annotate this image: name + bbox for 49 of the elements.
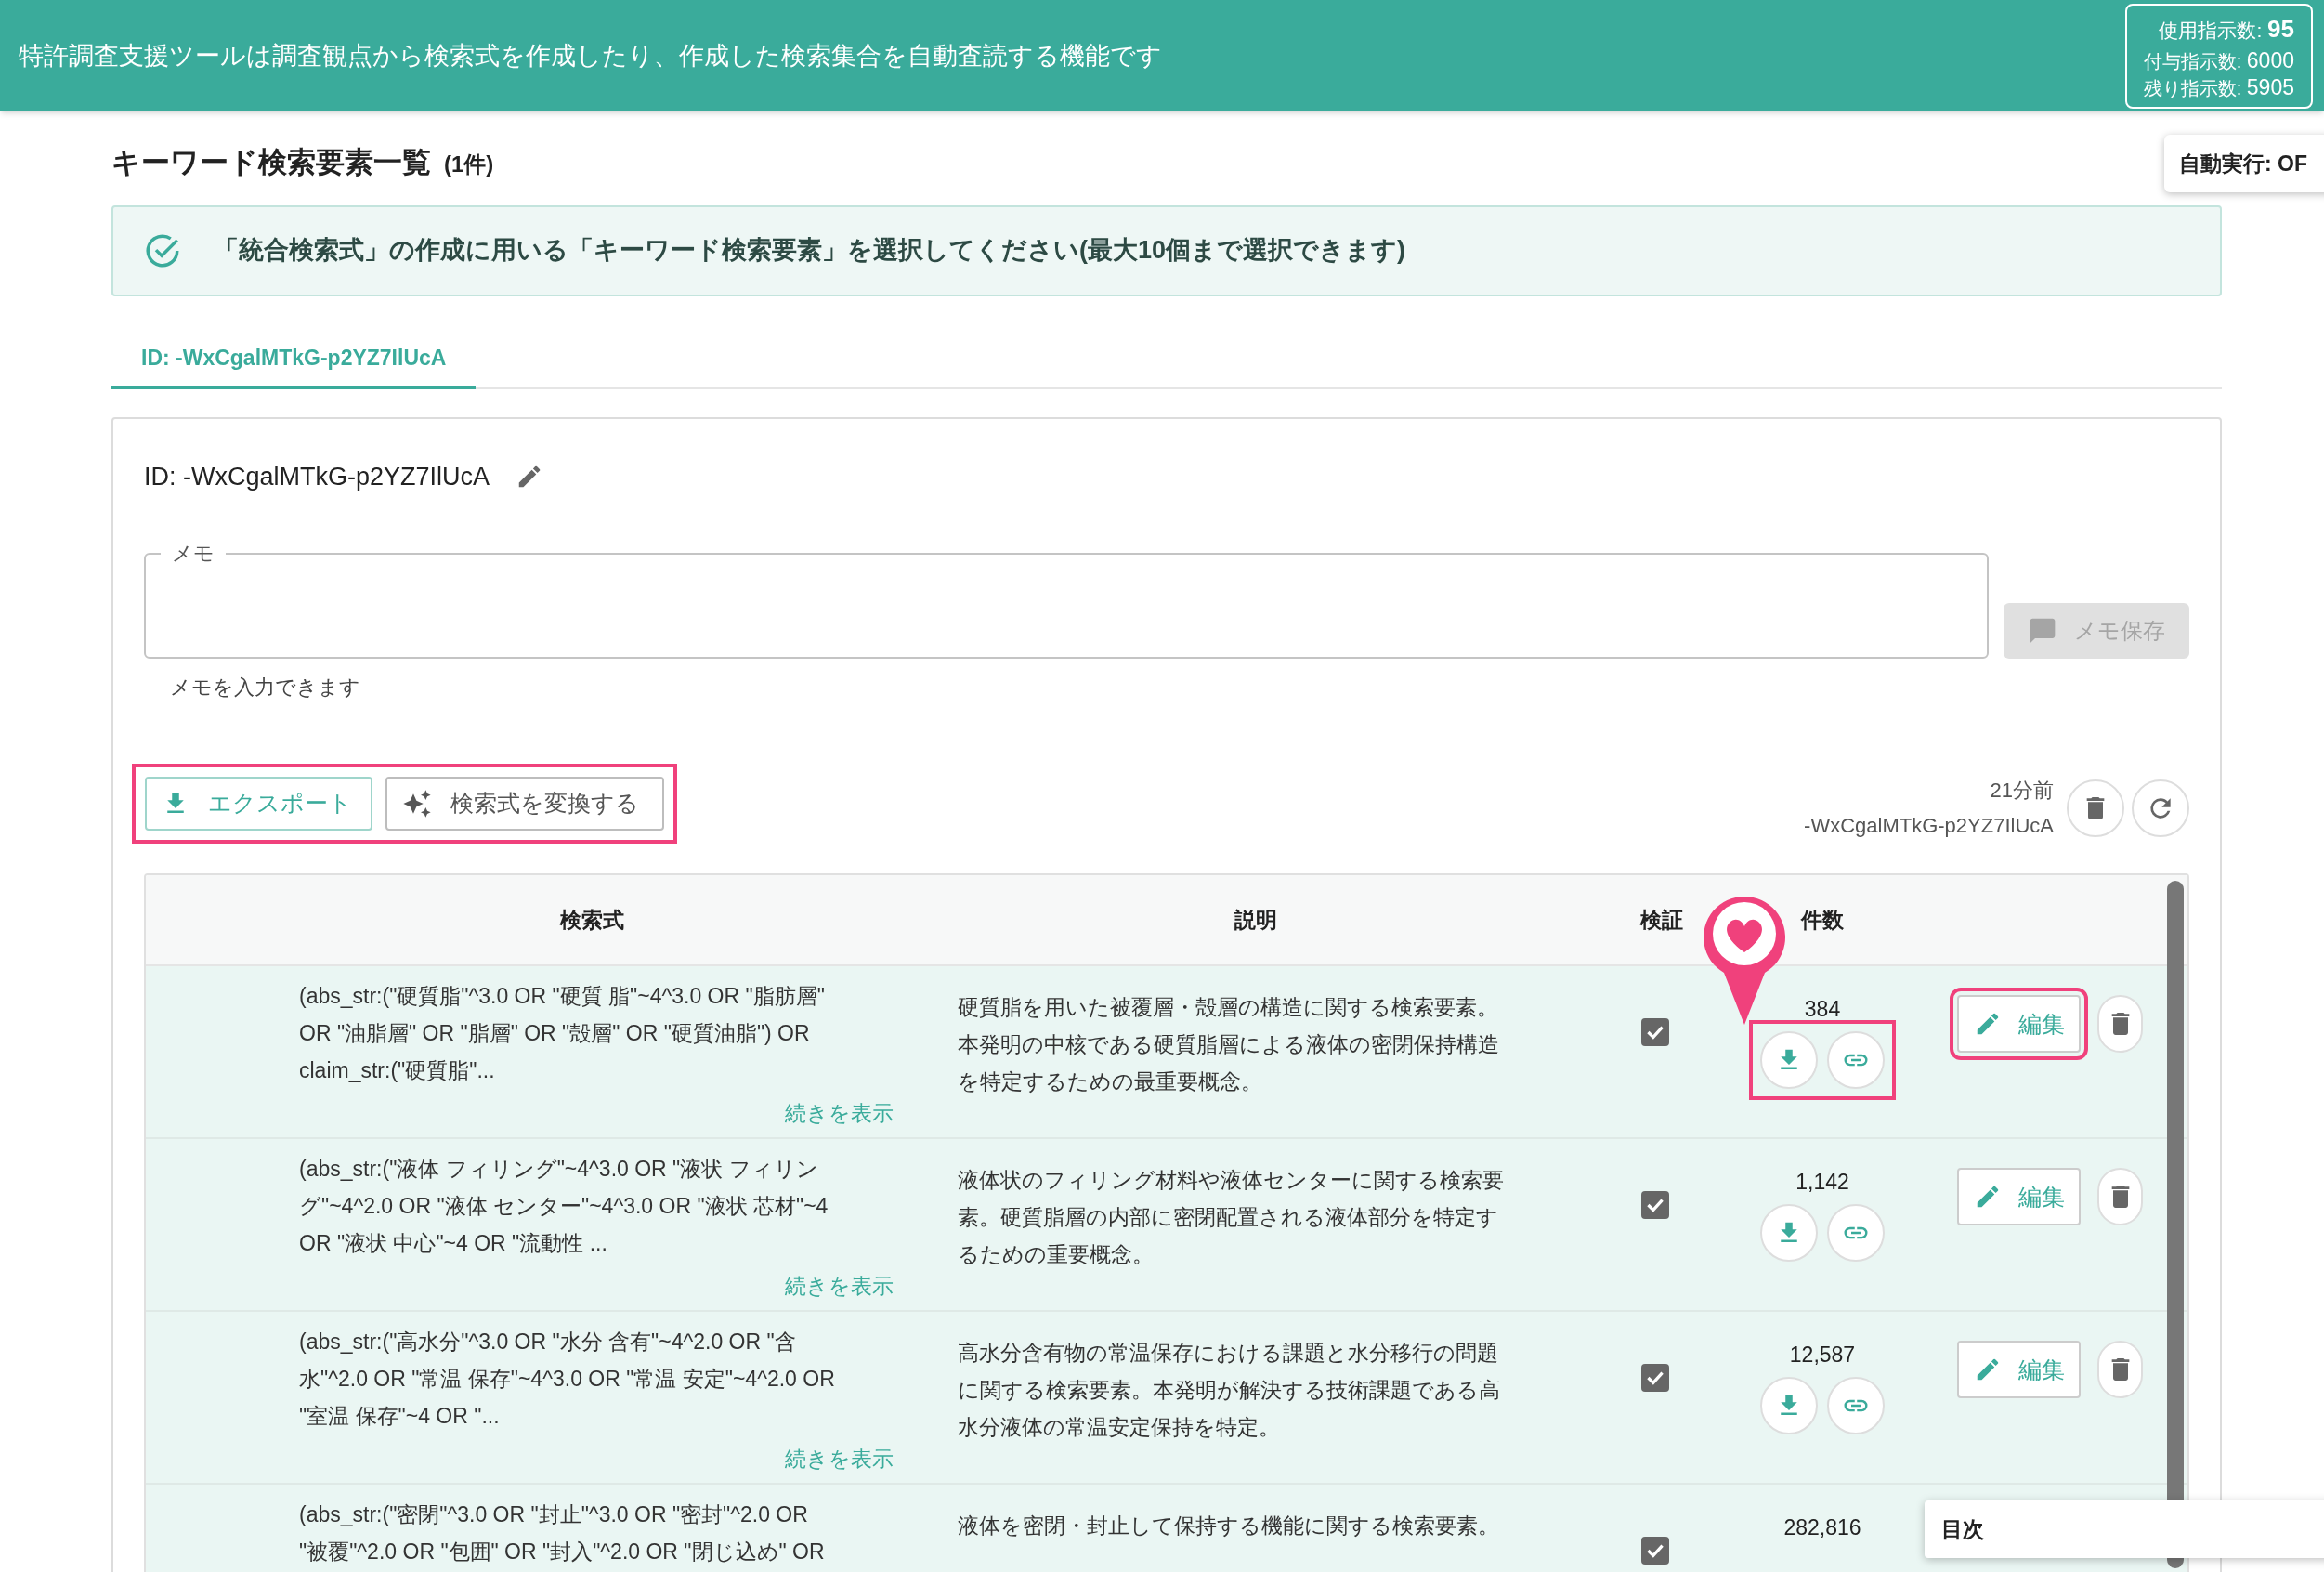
banner-text: 特許調査支援ツールは調査観点から検索式を作成したり、作成した検索集合を自動査読する機能です: [19, 40, 1162, 72]
convert-query-button[interactable]: 検索式を変換する: [385, 777, 664, 831]
edit-button[interactable]: 編集: [1957, 1168, 2082, 1225]
updated-time: 21分前: [1990, 778, 2054, 804]
sparkle-icon: [402, 789, 432, 819]
checkbox[interactable]: [1641, 1537, 1669, 1565]
query-text: (abs_str:("硬質脂"^3.0 OR "硬質 脂"~4^3.0 OR "脂肪層" OR "油脂層" OR "脂層" OR "殻層" OR "硬質油脂") OR claim_str:("硬質脂"...: [299, 983, 826, 1084]
checkbox[interactable]: [1641, 1018, 1669, 1046]
usage-count: 残り指示数: 5905: [2143, 73, 2294, 101]
toc-title: 目次: [1941, 1515, 1984, 1543]
delete-row-button[interactable]: [2097, 995, 2143, 1053]
updated-id: -WxCgalMTkG-p2YZ7IlUcA: [1804, 813, 2054, 839]
column-header: 検索式: [559, 906, 624, 934]
show-more-link[interactable]: 続きを表示: [785, 1267, 894, 1304]
description-text: 液体を密閉・封止して保持する機能に関する検索要素。: [958, 1513, 1499, 1538]
result-count: 1,142: [1795, 1169, 1849, 1196]
page-title: キーワード検索要素一覧: [111, 145, 431, 180]
column-header: 件数: [1801, 906, 1844, 934]
query-text: (abs_str:("液体 フィリング"~4^3.0 OR "液状 フィリン グ"~4^2.0 OR "液体 センター"~4^3.0 OR "液状 芯材"~4 OR "液状 中心"~4 OR "流動性 ...: [299, 1156, 829, 1257]
show-more-link[interactable]: 続きを表示: [785, 1440, 894, 1477]
description-text: 液体状のフィリング材料や液体センターに関する検索要 素。硬質脂層の内部に密閉配置される液体部分を特定す るための重要概念。: [958, 1168, 1504, 1266]
delete-button[interactable]: [2067, 779, 2124, 837]
show-more-link[interactable]: 続きを表示: [785, 1094, 894, 1132]
result-count: 384: [1804, 996, 1841, 1023]
memo-helper-text: メモを入力できます: [170, 675, 361, 701]
checkbox[interactable]: [1641, 1364, 1669, 1392]
refresh-button[interactable]: [2132, 779, 2189, 837]
table-of-contents-panel[interactable]: 目次: [1925, 1500, 2324, 1558]
result-count: 282,816: [1783, 1514, 1861, 1541]
export-button[interactable]: エクスポート: [145, 777, 372, 831]
query-text: (abs_str:("密閉"^3.0 OR "封止"^3.0 OR "密封"^2.0 OR "被覆"^2.0 OR "包囲" OR "封入"^2.0 OR "閉じ込め" OR: [299, 1501, 826, 1565]
usage-count: 付与指示数: 6000: [2143, 46, 2294, 74]
checkbox[interactable]: [1641, 1191, 1669, 1219]
result-count: (1件): [444, 151, 494, 178]
delete-row-button[interactable]: [2097, 1168, 2143, 1225]
edit-button[interactable]: 編集: [1957, 1341, 2082, 1398]
description-text: 硬質脂を用いた被覆層・殻層の構造に関する検索要素。 本発明の中核である硬質脂層による液体の密閉保持構造 を特定するための最重要概念。: [958, 995, 1499, 1094]
result-count: 12,587: [1789, 1342, 1856, 1369]
auto-run-toggle[interactable]: 自動実行: OF: [2164, 135, 2324, 192]
column-header: 検証: [1640, 906, 1683, 934]
memo-label: メモ: [171, 542, 215, 566]
alert-text: 「統合検索式」の作成に用いる「キーワード検索要素」を選択してください(最大10個まで選択できます): [214, 235, 1405, 267]
element-id: ID: -WxCgalMTkG-p2YZ7IlUcA: [144, 461, 490, 492]
column-header: 説明: [1234, 906, 1277, 934]
usage-count: 使用指示数: 95: [2159, 13, 2294, 45]
query-text: (abs_str:("高水分"^3.0 OR "水分 含有"~4^2.0 OR "含 水"^2.0 OR "常温 保存"~4^3.0 OR "常温 安定"~4^2.0 OR "室温 保存"~4 OR "...: [299, 1329, 836, 1430]
tab[interactable]: ID: -WxCgalMTkG-p2YZ7IlUcA: [111, 331, 477, 389]
delete-row-button[interactable]: [2097, 1341, 2143, 1398]
description-text: 高水分含有物の常温保存における課題と水分移行の問題 に関する検索要素。本発明が解決する技術課題である高 水分液体の常温安定保持を特定。: [958, 1341, 1500, 1439]
